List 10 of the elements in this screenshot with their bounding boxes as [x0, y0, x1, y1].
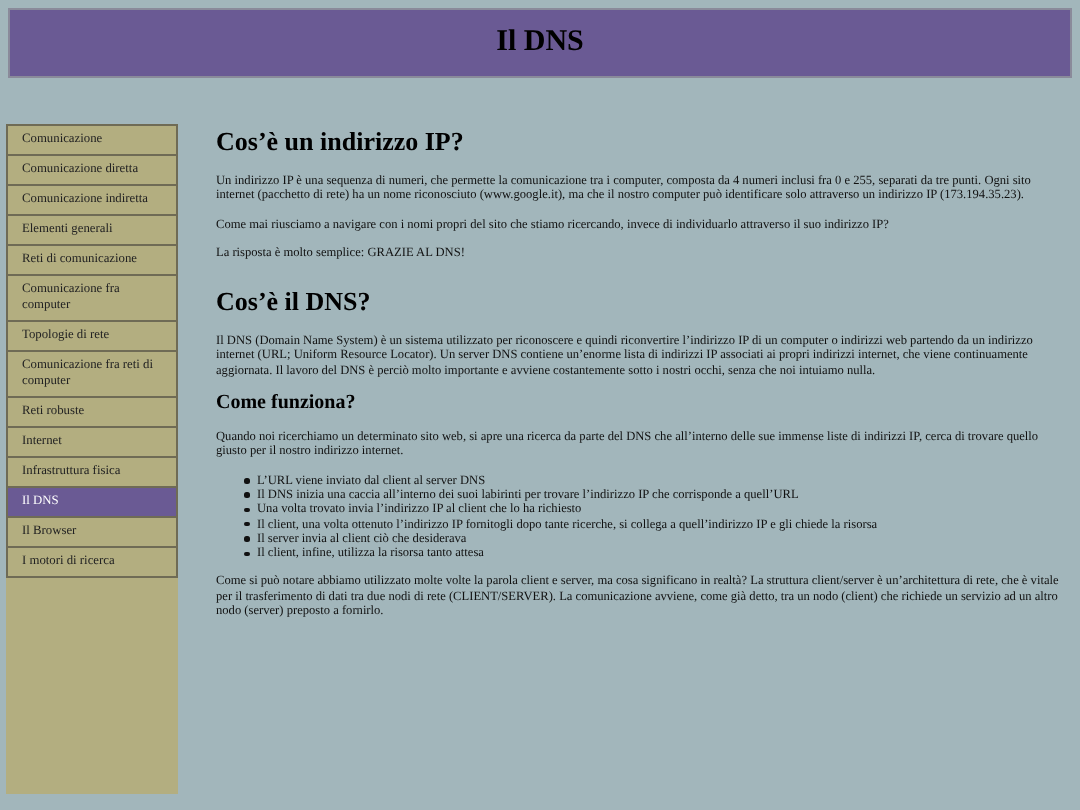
- subsection-heading: Come funziona?: [216, 392, 358, 417]
- section-heading: Cos’è un indirizzo IP?: [216, 126, 466, 156]
- bullet-icon: [244, 521, 249, 527]
- bullet-icon: [244, 551, 249, 557]
- page-title: Il DNS: [496, 26, 584, 60]
- bullet-icon: [244, 478, 249, 484]
- bullet-icon: [244, 507, 249, 513]
- bullet-icon: [244, 492, 249, 498]
- bullet-icon: [244, 536, 249, 542]
- section-heading: Cos’è il DNS?: [216, 286, 373, 317]
